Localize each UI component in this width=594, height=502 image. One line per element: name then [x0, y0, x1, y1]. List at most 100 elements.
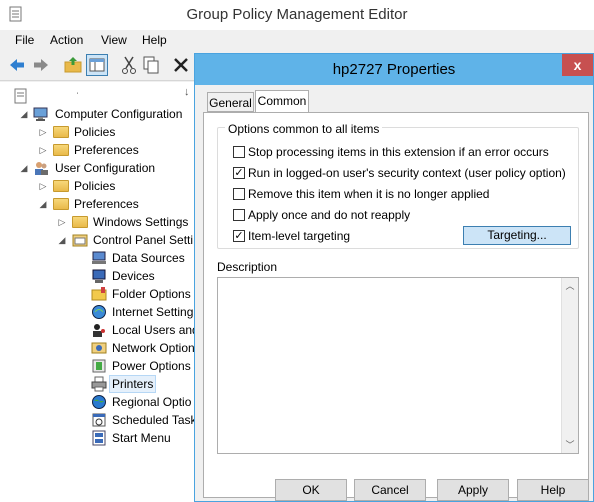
run-in-user-context-label: Run in logged-on user's security context…: [248, 166, 566, 180]
tree-label: Computer Configuration: [55, 107, 183, 121]
folder-icon: [53, 126, 69, 138]
item-level-targeting-label: Item-level targeting: [248, 229, 351, 243]
tree-item-regional-options[interactable]: Regional Optio: [0, 393, 196, 411]
delete-icon[interactable]: [170, 54, 192, 76]
tree-item-internet-settings[interactable]: Internet Setting: [0, 303, 196, 321]
scroll-up-icon[interactable]: ︿: [562, 278, 578, 294]
window-titlebar: Group Policy Management Editor: [0, 0, 594, 30]
tree-label: Start Menu: [112, 431, 171, 445]
description-label: Description: [217, 260, 278, 274]
folder-options-icon: [91, 287, 107, 301]
tab-general[interactable]: General: [207, 92, 254, 112]
expand-icon[interactable]: ▷: [38, 123, 48, 141]
tree-item-computer-configuration[interactable]: ◢ Computer Configuration: [0, 105, 196, 123]
network-options-icon: [91, 342, 107, 354]
expand-icon[interactable]: ▷: [57, 213, 67, 231]
dialog-title: hp2727 Properties: [332, 61, 456, 78]
tab-common[interactable]: Common: [255, 90, 309, 113]
cut-icon[interactable]: [118, 54, 140, 76]
policy-document-icon: [14, 88, 27, 104]
apply-button[interactable]: Apply: [437, 479, 509, 501]
options-group-title: Options common to all items: [225, 122, 383, 136]
tree-label: Devices: [112, 269, 155, 283]
close-icon[interactable]: x: [562, 54, 593, 76]
help-button[interactable]: Help: [517, 479, 589, 501]
tree-item-preferences[interactable]: ▷ Preferences: [0, 141, 196, 159]
tree-label: Folder Options: [112, 287, 191, 301]
tree-label: Preferences: [74, 143, 139, 157]
tree-item-local-users-and-groups[interactable]: Local Users and: [0, 321, 196, 339]
item-level-targeting-checkbox[interactable]: ✓: [233, 230, 245, 242]
tree-label: Scheduled Task: [112, 413, 196, 427]
run-in-user-context-checkbox[interactable]: ✓: [233, 167, 245, 179]
tree-item-printers[interactable]: Printers: [0, 375, 196, 393]
tree-item-windows-settings[interactable]: ▷ Windows Settings: [0, 213, 196, 231]
collapse-icon[interactable]: ◢: [19, 159, 29, 177]
expand-icon[interactable]: ▷: [38, 177, 48, 195]
cancel-button[interactable]: Cancel: [354, 479, 426, 501]
scheduled-tasks-icon: [92, 413, 106, 427]
collapse-icon[interactable]: ◢: [38, 195, 48, 213]
remove-item-label: Remove this item when it is no longer ap…: [248, 187, 490, 201]
tree-item-data-sources[interactable]: Data Sources: [0, 249, 196, 267]
menu-view[interactable]: View: [101, 33, 127, 47]
regional-options-icon: [92, 395, 106, 409]
printer-icon: [91, 376, 107, 392]
menu-help[interactable]: Help: [142, 33, 167, 47]
tree-label: Power Options: [112, 359, 191, 373]
forward-arrow-icon[interactable]: [30, 54, 52, 76]
properties-dialog: hp2727 Properties x General Common Optio…: [194, 53, 594, 502]
console-tree[interactable]: ˌ ↓ ◢ Computer Configuration ▷ Policies …: [0, 82, 196, 502]
tree-item-policies[interactable]: ▷ Policies: [0, 123, 196, 141]
copy-icon[interactable]: [140, 54, 162, 76]
power-options-icon: [92, 359, 106, 373]
description-textarea[interactable]: ︿ ﹀: [217, 277, 579, 454]
tree-label: Data Sources: [112, 251, 185, 265]
expand-icon[interactable]: ▷: [38, 141, 48, 159]
targeting-button[interactable]: Targeting...: [463, 226, 571, 245]
stop-processing-checkbox[interactable]: [233, 146, 245, 158]
tree-label: User Configuration: [55, 161, 156, 175]
devices-icon: [92, 269, 106, 283]
dialog-titlebar[interactable]: hp2727 Properties x: [195, 54, 593, 85]
tree-item-policies[interactable]: ▷ Policies: [0, 177, 196, 195]
back-arrow-icon[interactable]: [6, 54, 28, 76]
tree-overflow-dots: ˌ: [76, 84, 80, 95]
show-hide-tree-icon[interactable]: [86, 54, 108, 76]
tree-item-devices[interactable]: Devices: [0, 267, 196, 285]
tree-scroll-hint: ↓: [184, 86, 190, 98]
tree-item-scheduled-tasks[interactable]: Scheduled Task: [0, 411, 196, 429]
tree-label: Printers: [109, 375, 157, 393]
stop-processing-label: Stop processing items in this extension …: [248, 145, 549, 159]
up-folder-icon[interactable]: [62, 54, 84, 76]
computer-icon: [33, 107, 48, 121]
tree-item-network-options[interactable]: Network Option: [0, 339, 196, 357]
start-menu-icon: [92, 430, 106, 446]
users-icon: [35, 162, 48, 175]
tree-item-preferences[interactable]: ◢ Preferences: [0, 195, 196, 213]
folder-icon: [53, 144, 69, 156]
tree-label: Policies: [74, 125, 116, 139]
tree-label: Network Option: [112, 341, 195, 355]
tree-label: Control Panel Setti: [93, 233, 194, 247]
tree-item-start-menu[interactable]: Start Menu: [0, 429, 196, 447]
window-title: Group Policy Management Editor: [186, 6, 408, 23]
apply-once-checkbox[interactable]: [233, 209, 245, 221]
tree-item-folder-options[interactable]: Folder Options: [0, 285, 196, 303]
description-scrollbar[interactable]: ︿ ﹀: [561, 278, 578, 453]
ok-button[interactable]: OK: [275, 479, 347, 501]
tree-item-control-panel-settings[interactable]: ◢ Control Panel Setti: [0, 231, 196, 249]
remove-item-checkbox[interactable]: [233, 188, 245, 200]
data-sources-icon: [92, 251, 106, 264]
tree-label: Local Users and: [112, 323, 196, 337]
control-panel-icon: [72, 234, 88, 247]
menu-bar: File Action View Help: [0, 30, 594, 50]
tree-label: Regional Optio: [112, 395, 192, 409]
collapse-icon[interactable]: ◢: [19, 105, 29, 123]
tree-item-power-options[interactable]: Power Options: [0, 357, 196, 375]
tree-item-user-configuration[interactable]: ◢ User Configuration: [0, 159, 196, 177]
menu-action[interactable]: Action: [50, 33, 83, 47]
menu-file[interactable]: File: [15, 33, 34, 47]
collapse-icon[interactable]: ◢: [57, 231, 67, 249]
scroll-down-icon[interactable]: ﹀: [562, 437, 578, 453]
